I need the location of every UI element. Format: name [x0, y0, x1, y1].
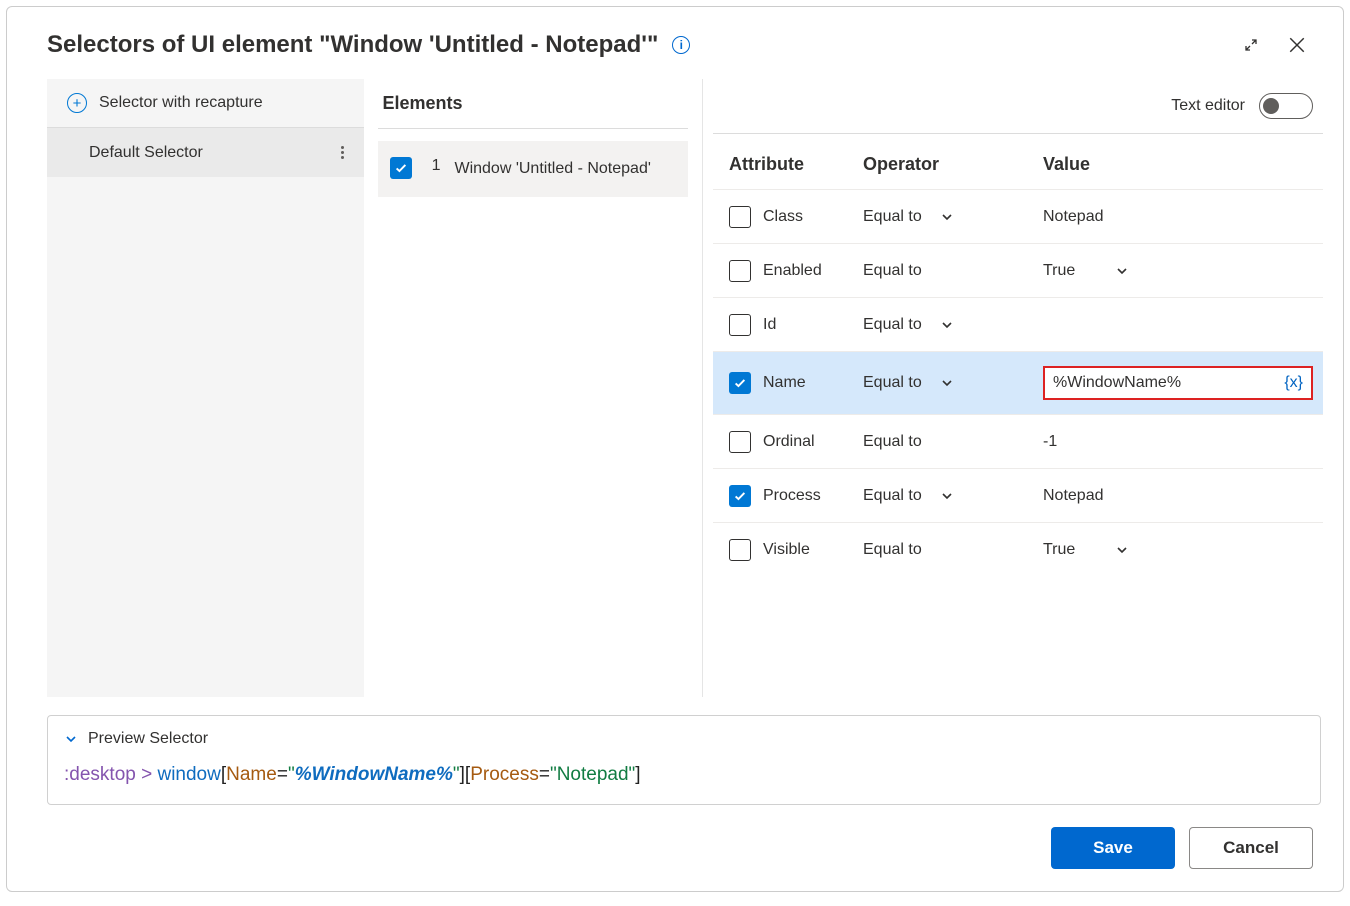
chevron-down-icon[interactable]	[940, 318, 954, 332]
attribute-row[interactable]: Name Equal to %WindowName% {x}	[713, 351, 1323, 414]
attribute-checkbox[interactable]	[729, 372, 751, 394]
dialog-title: Selectors of UI element "Window 'Untitle…	[47, 31, 658, 59]
operator-label: Equal to	[863, 316, 922, 334]
col-header-operator: Operator	[863, 154, 1043, 175]
elements-header-label: Elements	[382, 93, 462, 114]
close-icon[interactable]	[1281, 29, 1313, 61]
attribute-checkbox[interactable]	[729, 314, 751, 336]
operator-label: Equal to	[863, 487, 922, 505]
more-vertical-icon[interactable]	[333, 142, 352, 163]
dialog-footer: Save Cancel	[7, 805, 1343, 891]
attribute-row[interactable]: Process Equal to Notepad	[713, 468, 1323, 522]
value-text: -1	[1043, 433, 1057, 451]
attribute-row[interactable]: Id Equal to	[713, 297, 1323, 351]
value-text: Notepad	[1043, 487, 1104, 505]
attribute-checkbox[interactable]	[729, 206, 751, 228]
element-index: 1	[426, 157, 440, 175]
plus-circle-icon: +	[67, 93, 87, 113]
element-row[interactable]: 1 Window 'Untitled - Notepad'	[378, 141, 688, 197]
selector-list-panel: + Selector with recapture Default Select…	[47, 79, 364, 697]
attribute-checkbox[interactable]	[729, 539, 751, 561]
attribute-name: Enabled	[763, 262, 822, 280]
value-input[interactable]: %WindowName% {x}	[1043, 366, 1313, 400]
add-selector-label: Selector with recapture	[99, 94, 263, 112]
attribute-checkbox[interactable]	[729, 485, 751, 507]
attribute-name: Ordinal	[763, 433, 815, 451]
operator-label: Equal to	[863, 541, 922, 559]
info-icon[interactable]: i	[672, 36, 690, 54]
operator-label: Equal to	[863, 374, 922, 392]
selector-dialog: Selectors of UI element "Window 'Untitle…	[6, 6, 1344, 892]
text-editor-label: Text editor	[1171, 97, 1245, 115]
variable-picker-button[interactable]: {x}	[1284, 374, 1303, 392]
attribute-table-header: Attribute Operator Value	[713, 134, 1323, 189]
elements-header: Elements	[378, 79, 688, 129]
selector-list-item[interactable]: Default Selector	[47, 128, 364, 177]
cancel-button[interactable]: Cancel	[1189, 827, 1313, 869]
attribute-checkbox[interactable]	[729, 260, 751, 282]
operator-label: Equal to	[863, 433, 922, 451]
attribute-name: Visible	[763, 541, 810, 559]
dialog-header: Selectors of UI element "Window 'Untitle…	[7, 7, 1343, 79]
attribute-name: Class	[763, 208, 803, 226]
chevron-down-icon	[64, 732, 78, 746]
add-selector-button[interactable]: + Selector with recapture	[47, 79, 364, 128]
expand-icon[interactable]	[1235, 29, 1267, 61]
preview-panel: Preview Selector :desktop > window[Name=…	[47, 715, 1321, 805]
attribute-name: Process	[763, 487, 821, 505]
col-header-attribute: Attribute	[723, 154, 863, 175]
attribute-row[interactable]: Ordinal Equal to -1	[713, 414, 1323, 468]
attribute-name: Id	[763, 316, 776, 334]
operator-label: Equal to	[863, 208, 922, 226]
selector-item-label: Default Selector	[89, 144, 203, 162]
element-checkbox[interactable]	[390, 157, 412, 179]
attribute-row[interactable]: Enabled Equal to True	[713, 243, 1323, 297]
value-text: Notepad	[1043, 208, 1104, 226]
attribute-checkbox[interactable]	[729, 431, 751, 453]
value-text: %WindowName%	[1053, 374, 1181, 392]
save-button[interactable]: Save	[1051, 827, 1175, 869]
text-editor-toggle[interactable]	[1259, 93, 1313, 119]
attribute-row[interactable]: Class Equal to Notepad	[713, 189, 1323, 243]
value-text: True	[1043, 262, 1075, 280]
attributes-toolbar: Text editor	[713, 79, 1323, 134]
attribute-table: Attribute Operator Value Class Equal to No…	[713, 134, 1323, 576]
operator-label: Equal to	[863, 262, 922, 280]
attributes-panel: Text editor Attribute Operator Value Cla…	[702, 79, 1323, 697]
elements-panel: Elements 1 Window 'Untitled - Notepad'	[364, 79, 702, 697]
preview-header-label: Preview Selector	[88, 730, 208, 748]
col-header-value: Value	[1043, 154, 1313, 175]
element-label: Window 'Untitled - Notepad'	[454, 157, 650, 181]
chevron-down-icon[interactable]	[940, 489, 954, 503]
attribute-name: Name	[763, 374, 806, 392]
chevron-down-icon[interactable]	[940, 210, 954, 224]
value-text: True	[1043, 541, 1075, 559]
chevron-down-icon[interactable]	[1115, 543, 1129, 557]
preview-toggle[interactable]: Preview Selector	[64, 730, 1304, 748]
attribute-row[interactable]: Visible Equal to True	[713, 522, 1323, 576]
chevron-down-icon[interactable]	[1115, 264, 1129, 278]
preview-selector-text: :desktop > window[Name="%WindowName%"][P…	[64, 764, 1304, 786]
chevron-down-icon[interactable]	[940, 376, 954, 390]
